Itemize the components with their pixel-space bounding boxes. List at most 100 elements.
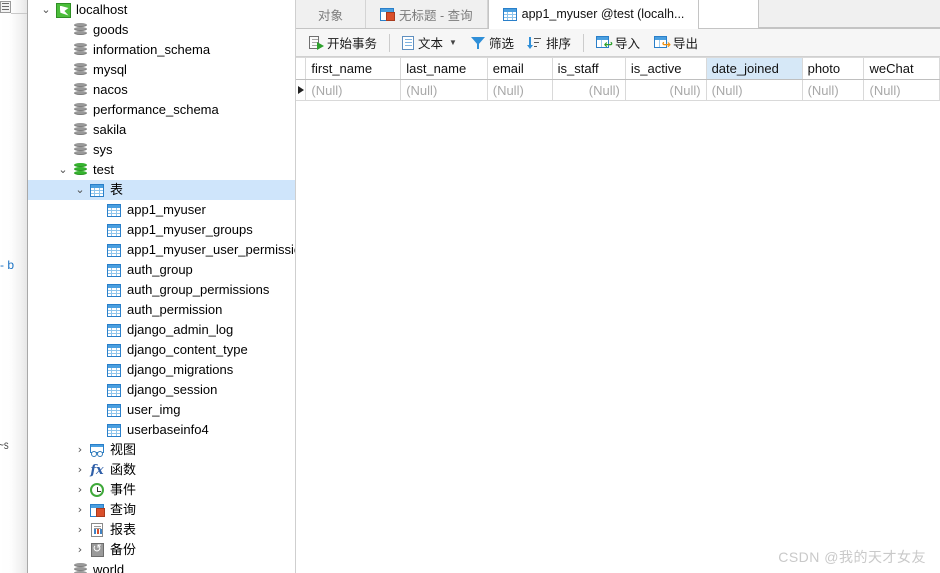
toolbar-button-text-doc[interactable]: 文本 ▼ <box>395 32 464 54</box>
column-header-email[interactable]: email <box>487 57 553 80</box>
chevron-down-icon[interactable]: ▼ <box>449 38 457 47</box>
toolbar-button-transaction[interactable]: 开始事务 <box>302 32 384 54</box>
tree-item-报表[interactable]: › 报表 <box>28 520 295 540</box>
tree-item-表[interactable]: ⌄ 表 <box>28 180 295 200</box>
tree-item-nacos[interactable]: nacos <box>28 80 295 100</box>
column-header-date_joined[interactable]: date_joined <box>706 57 803 80</box>
toolbar-separator <box>582 33 584 52</box>
tree-item-app1_myuser_user_permissions[interactable]: app1_myuser_user_permissions <box>28 240 295 260</box>
toolbar-button-filter[interactable]: 筛选 <box>464 32 521 54</box>
toolbar-button-export[interactable]: ↪ 导出 <box>647 32 705 54</box>
column-header-weChat[interactable]: weChat <box>863 57 940 80</box>
toolbar-button-import[interactable]: ↩ 导入 <box>589 32 647 54</box>
data-grid[interactable]: first_name last_name email is_staff is_activ… <box>296 57 940 101</box>
chevron-down-icon[interactable]: ⌄ <box>55 160 71 180</box>
clipped-text-fragment-s: ~s <box>0 438 9 452</box>
table-icon <box>107 263 121 277</box>
tree-item-test[interactable]: ⌄ test <box>28 160 295 180</box>
data-grid-container[interactable]: first_name last_name email is_staff is_activ… <box>296 57 940 573</box>
tab-objects[interactable]: 对象 <box>296 0 367 28</box>
report-icon <box>91 523 103 537</box>
grid-cell-first_name[interactable]: (Null) <box>305 79 402 101</box>
object-tree-sidebar[interactable]: ⌄ localhost goods information_schema mysql na… <box>28 0 296 573</box>
chevron-down-icon[interactable]: ⌄ <box>72 180 88 200</box>
grid-toolbar[interactable]: 开始事务 文本 ▼ 筛选 排序 ↩ 导入 ↪ 导出 <box>296 29 940 57</box>
column-header-is_staff[interactable]: is_staff <box>552 57 626 80</box>
tree-item-label: auth_group <box>127 262 193 277</box>
database-icon <box>73 143 87 157</box>
function-icon: fx <box>90 462 104 478</box>
database-icon <box>73 63 87 77</box>
tree-item-label: 表 <box>110 182 124 197</box>
clipped-text-fragment-b: - b <box>0 258 15 272</box>
row-header-cell[interactable] <box>296 79 307 101</box>
filter-icon <box>470 36 485 50</box>
grid-cell-email[interactable]: (Null) <box>487 79 553 101</box>
left-edge-strip: - b ~s <box>0 0 28 573</box>
tree-item-icon <box>105 363 123 377</box>
tree-item-auth_group_permissions[interactable]: auth_group_permissions <box>28 280 295 300</box>
tree-item-sys[interactable]: sys <box>28 140 295 160</box>
tree-item-mysql[interactable]: mysql <box>28 60 295 80</box>
tree-item-localhost[interactable]: ⌄ localhost <box>28 0 295 20</box>
tree-item-django_content_type[interactable]: django_content_type <box>28 340 295 360</box>
tree-item-goods[interactable]: goods <box>28 20 295 40</box>
table-icon <box>107 303 121 317</box>
chevron-down-icon[interactable]: ⌄ <box>38 0 54 20</box>
chevron-right-icon[interactable]: › <box>72 480 88 500</box>
tree-item-函数[interactable]: › fx 函数 <box>28 460 295 480</box>
connection-tree[interactable]: ⌄ localhost goods information_schema mysql na… <box>28 0 295 573</box>
grid-cell-is_staff[interactable]: (Null) <box>552 79 626 101</box>
database-icon <box>73 43 87 57</box>
tree-item-label: performance_schema <box>93 102 219 117</box>
grid-cell-photo[interactable]: (Null) <box>802 79 865 101</box>
tree-item-auth_permission[interactable]: auth_permission <box>28 300 295 320</box>
tree-item-icon <box>88 183 106 197</box>
tree-item-auth_group[interactable]: auth_group <box>28 260 295 280</box>
event-clock-icon <box>90 483 104 497</box>
grid-cell-is_active[interactable]: (Null) <box>625 79 707 101</box>
database-icon <box>73 563 87 573</box>
backup-icon <box>90 542 104 557</box>
toolbar-button-sort[interactable]: 排序 <box>521 32 578 54</box>
chevron-right-icon[interactable]: › <box>72 540 88 560</box>
tree-item-user_img[interactable]: user_img <box>28 400 295 420</box>
chevron-right-icon[interactable]: › <box>72 460 88 480</box>
tab-bar[interactable]: 对象 无标题 - 查询 app1_myuser @test (localh... <box>296 0 940 29</box>
tree-item-app1_myuser_groups[interactable]: app1_myuser_groups <box>28 220 295 240</box>
tree-item-django_migrations[interactable]: django_migrations <box>28 360 295 380</box>
chevron-right-icon[interactable]: › <box>72 440 88 460</box>
chevron-right-icon[interactable]: › <box>72 520 88 540</box>
tree-item-查询[interactable]: › 查询 <box>28 500 295 520</box>
database-icon <box>73 83 87 97</box>
grid-row[interactable]: (Null) (Null) (Null) (Null) (Null) (Null) (Nul… <box>296 79 940 101</box>
tree-item-performance_schema[interactable]: performance_schema <box>28 100 295 120</box>
chevron-right-icon[interactable]: › <box>72 500 88 520</box>
tree-item-icon <box>71 83 89 97</box>
tree-item-sakila[interactable]: sakila <box>28 120 295 140</box>
tree-item-userbaseinfo4[interactable]: userbaseinfo4 <box>28 420 295 440</box>
tree-item-视图[interactable]: › 视图 <box>28 440 295 460</box>
grid-cell-date_joined[interactable]: (Null) <box>706 79 803 101</box>
tree-item-information_schema[interactable]: information_schema <box>28 40 295 60</box>
tab-query[interactable]: 无标题 - 查询 <box>366 0 488 28</box>
column-header-first_name[interactable]: first_name <box>305 57 402 80</box>
query-icon <box>380 7 396 21</box>
tree-item-事件[interactable]: › 事件 <box>28 480 295 500</box>
tab-label: 无标题 - 查询 <box>399 8 473 23</box>
tree-item-django_admin_log[interactable]: django_admin_log <box>28 320 295 340</box>
grid-cell-last_name[interactable]: (Null) <box>400 79 488 101</box>
tree-item-django_session[interactable]: django_session <box>28 380 295 400</box>
grid-cell-weChat[interactable]: (Null) <box>863 79 940 101</box>
tab-table-data[interactable]: app1_myuser @test (localh... <box>487 0 700 29</box>
tree-item-icon <box>105 283 123 297</box>
tree-item-label: django_session <box>127 382 218 397</box>
tab-label: 对象 <box>318 8 344 23</box>
tree-item-icon <box>88 443 106 457</box>
tree-item-app1_myuser[interactable]: app1_myuser <box>28 200 295 220</box>
column-header-last_name[interactable]: last_name <box>400 57 488 80</box>
tree-item-备份[interactable]: › 备份 <box>28 540 295 560</box>
column-header-photo[interactable]: photo <box>802 57 865 80</box>
column-header-is_active[interactable]: is_active <box>625 57 707 80</box>
tree-item-world[interactable]: world <box>28 560 295 573</box>
